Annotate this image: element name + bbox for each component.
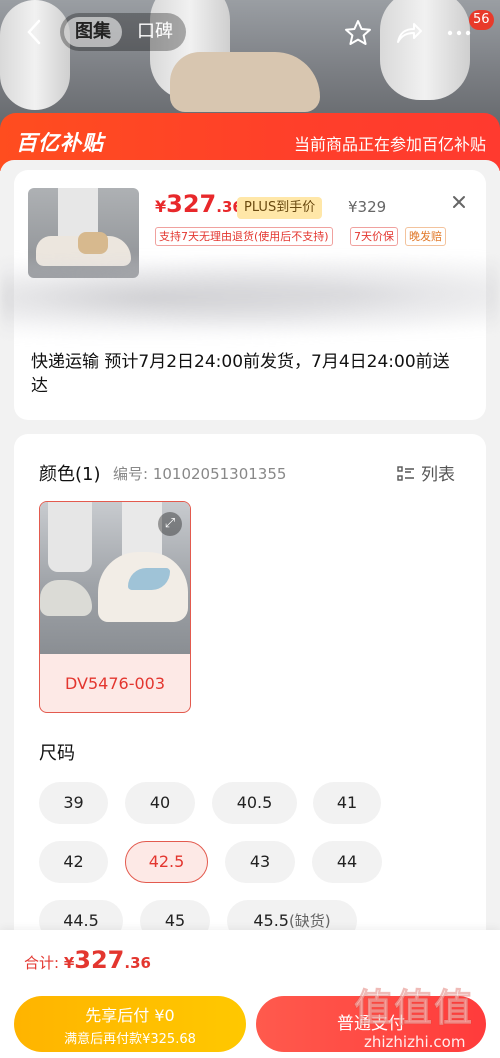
message-count-badge: 56 [469, 10, 494, 30]
size-option-selected[interactable]: 42.5 [125, 841, 208, 883]
list-view-label: 列表 [421, 465, 455, 485]
price-currency: ¥ [155, 197, 167, 216]
size-option[interactable]: 44 [312, 841, 382, 883]
total-decimal: .36 [124, 954, 151, 972]
blurred-address [0, 255, 500, 341]
size-option[interactable]: 40 [125, 782, 195, 824]
list-view-toggle[interactable]: 列表 [397, 460, 455, 485]
price-protect-tag: 7天价保 [350, 227, 398, 246]
share-icon[interactable] [394, 18, 424, 48]
list-icon [397, 466, 415, 482]
tab-gallery[interactable]: 图集 [64, 17, 122, 47]
total-integer: 327 [74, 946, 125, 974]
size-section-title: 尺码 [39, 743, 75, 764]
total-label: 合计: [24, 954, 60, 972]
item-code: 编号: 10102051301355 [113, 465, 287, 483]
size-value: 45.5 [253, 911, 289, 930]
total-price: 合计: ¥327.36 [24, 946, 151, 974]
price-integer: 327 [166, 190, 217, 218]
return-policy-tag: 支持7天无理由退货(使用后不支持) [155, 227, 333, 246]
plus-price-badge: PLUS到手价 [237, 197, 323, 219]
top-bar: 图集 口碑 56 [0, 10, 500, 54]
subsidy-tip: 当前商品正在参加百亿补贴 [293, 135, 486, 154]
watermark-url: zhizhizhi.com [364, 1033, 466, 1051]
total-currency: ¥ [63, 954, 75, 972]
size-option[interactable]: 43 [225, 841, 295, 883]
watermark: 值值值 zhizhizhi.com [350, 975, 496, 1057]
shipping-estimate: 快递运输 预计7月2日24:00前发货，7月4日24:00前送达 [31, 352, 450, 396]
size-option[interactable]: 40.5 [212, 782, 297, 824]
pay-later-subtitle: 满意后再付款¥325.68 [64, 1032, 196, 1047]
size-option[interactable]: 42 [39, 841, 108, 883]
product-price: ¥327.36 [155, 190, 243, 218]
subsidy-logo: 百亿补贴 [16, 131, 104, 155]
late-delivery-tag: 晚发赔 [405, 227, 446, 246]
color-option-label: DV5476-003 [64, 674, 165, 693]
close-icon[interactable] [449, 192, 469, 212]
color-option[interactable]: ⤢ DV5476-003 [39, 501, 191, 713]
watermark-logo: 值值值 [353, 986, 475, 1031]
pay-later-button[interactable]: 先享后付 ¥0 满意后再付款¥325.68 [14, 996, 246, 1052]
size-option[interactable]: 39 [39, 782, 108, 824]
expand-icon[interactable]: ⤢ [158, 512, 182, 536]
size-option[interactable]: 41 [313, 782, 381, 824]
back-icon[interactable] [22, 18, 48, 46]
pay-later-title: 先享后付 ¥0 [85, 1006, 175, 1025]
original-price: ¥329 [348, 198, 387, 216]
out-of-stock-label: (缺货) [288, 912, 331, 930]
favorite-star-icon[interactable] [343, 18, 373, 48]
tab-reviews[interactable]: 口碑 [128, 17, 182, 47]
color-section-title: 颜色(1) [39, 464, 101, 485]
gallery-review-switch: 图集 口碑 [60, 13, 186, 51]
